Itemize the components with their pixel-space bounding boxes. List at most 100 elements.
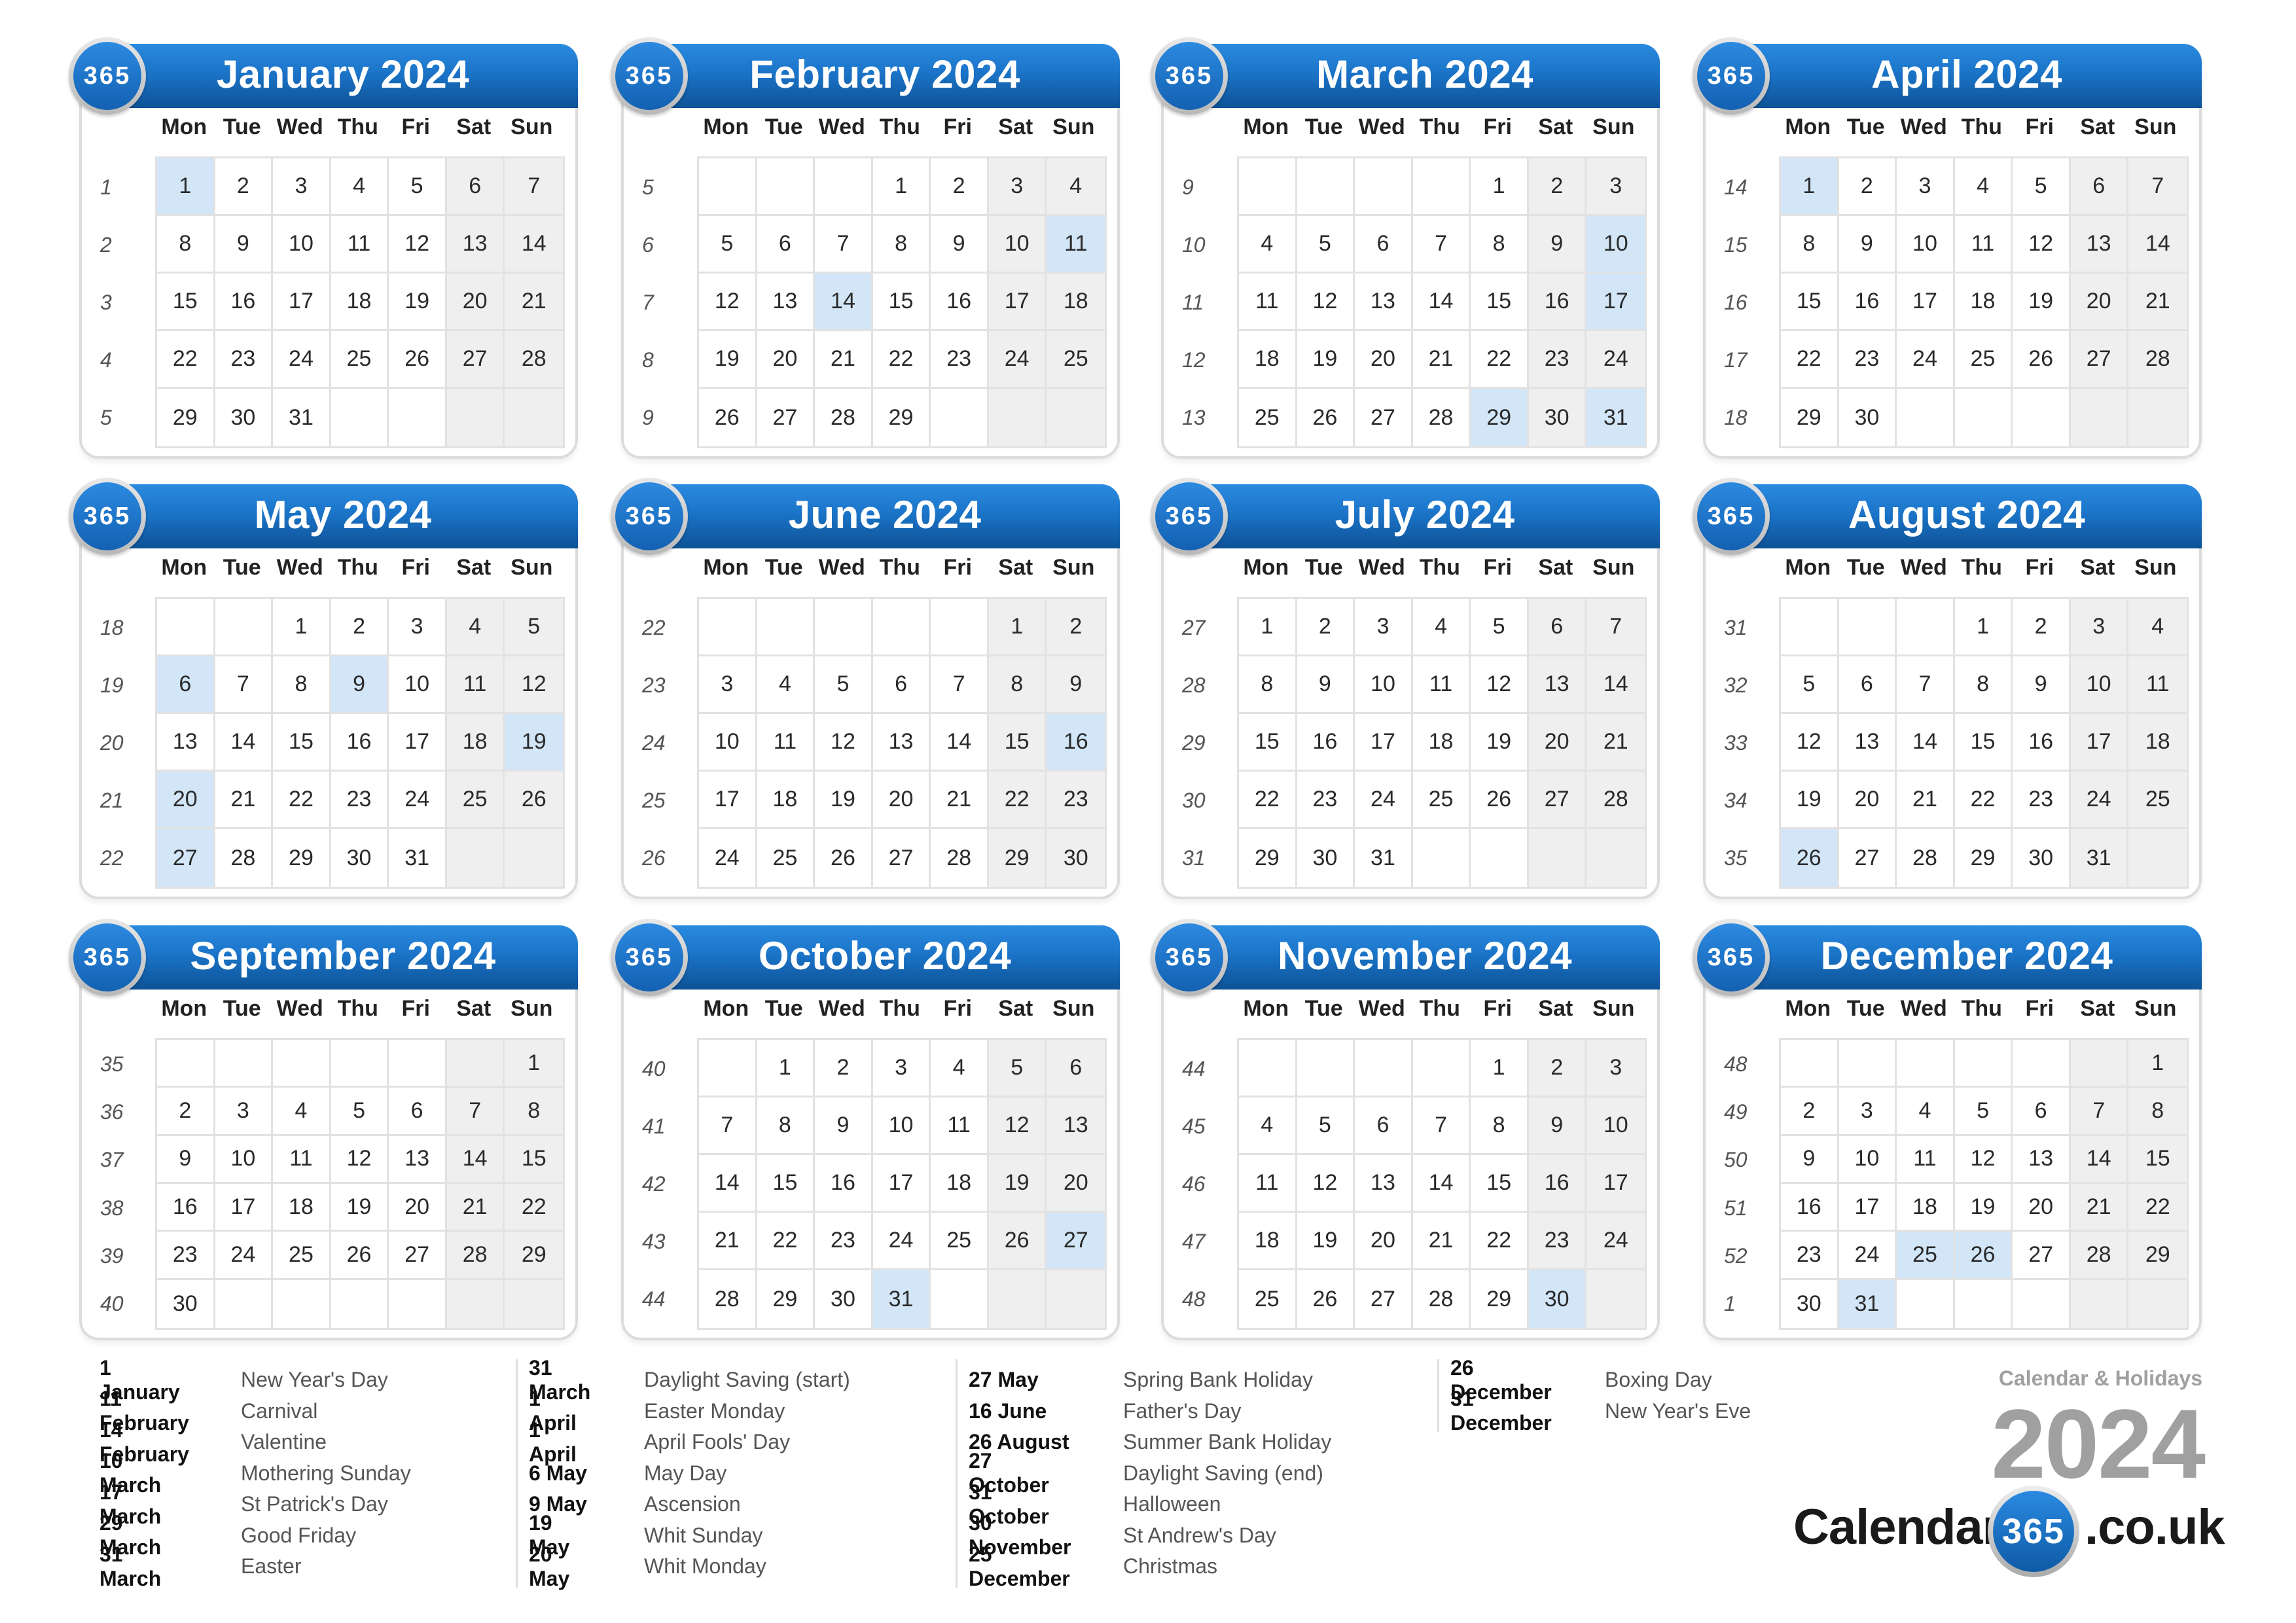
day-cell[interactable]: 12 [505,656,564,714]
day-cell[interactable]: 13 [389,1135,447,1184]
day-cell[interactable]: 26 [389,331,447,389]
day-cell[interactable]: 19 [1471,714,1529,772]
day-cell[interactable]: 15 [757,1155,816,1213]
day-cell[interactable]: 13 [446,216,505,274]
holiday-day-cell[interactable]: 1 [157,158,215,216]
day-cell[interactable]: 4 [1239,1097,1297,1155]
day-cell[interactable]: 8 [273,656,331,714]
day-cell[interactable]: 2 [1297,599,1355,656]
day-cell[interactable]: 28 [931,829,989,887]
day-cell[interactable]: 18 [1954,274,2013,331]
day-cell[interactable]: 19 [988,1155,1047,1213]
day-cell[interactable]: 14 [446,1135,505,1184]
day-cell[interactable]: 3 [1587,158,1645,216]
day-cell[interactable]: 14 [505,216,564,274]
day-cell[interactable]: 6 [2013,1088,2071,1136]
day-cell[interactable]: 25 [757,829,816,887]
day-cell[interactable]: 2 [215,158,274,216]
day-cell[interactable]: 1 [1239,599,1297,656]
day-cell[interactable]: 21 [2128,274,2187,331]
day-cell[interactable]: 1 [988,599,1047,656]
day-cell[interactable]: 21 [1412,331,1471,389]
day-cell[interactable]: 8 [1954,656,2013,714]
day-cell[interactable]: 25 [1412,772,1471,829]
day-cell[interactable]: 9 [2013,656,2071,714]
day-cell[interactable]: 16 [1781,1183,1839,1232]
day-cell[interactable]: 22 [157,331,215,389]
day-cell[interactable]: 30 [1839,389,1897,446]
day-cell[interactable]: 3 [1839,1088,1897,1136]
day-cell[interactable]: 5 [1471,599,1529,656]
day-cell[interactable]: 30 [2013,829,2071,887]
day-cell[interactable]: 18 [1412,714,1471,772]
day-cell[interactable]: 26 [1297,389,1355,446]
day-cell[interactable]: 11 [1412,656,1471,714]
day-cell[interactable]: 12 [988,1097,1047,1155]
day-cell[interactable]: 17 [988,274,1047,331]
day-cell[interactable]: 18 [1239,1213,1297,1270]
day-cell[interactable]: 4 [331,158,389,216]
day-cell[interactable]: 7 [2128,158,2187,216]
day-cell[interactable]: 22 [273,772,331,829]
day-cell[interactable]: 19 [389,274,447,331]
day-cell[interactable]: 12 [389,216,447,274]
day-cell[interactable]: 24 [273,331,331,389]
day-cell[interactable]: 26 [2013,331,2071,389]
day-cell[interactable]: 9 [1528,1097,1587,1155]
holiday-day-cell[interactable]: 31 [1839,1279,1897,1328]
day-cell[interactable]: 6 [1839,656,1897,714]
day-cell[interactable]: 14 [1897,714,1955,772]
day-cell[interactable]: 7 [1412,1097,1471,1155]
day-cell[interactable]: 7 [1587,599,1645,656]
day-cell[interactable]: 12 [331,1135,389,1184]
day-cell[interactable]: 19 [1297,331,1355,389]
day-cell[interactable]: 24 [1355,772,1413,829]
day-cell[interactable]: 3 [1355,599,1413,656]
day-cell[interactable]: 18 [1239,331,1297,389]
day-cell[interactable]: 4 [1239,216,1297,274]
day-cell[interactable]: 3 [389,599,447,656]
day-cell[interactable]: 13 [1839,714,1897,772]
day-cell[interactable]: 22 [1954,772,2013,829]
day-cell[interactable]: 27 [757,389,816,446]
day-cell[interactable]: 17 [389,714,447,772]
day-cell[interactable]: 10 [988,216,1047,274]
day-cell[interactable]: 21 [699,1213,757,1270]
day-cell[interactable]: 13 [2013,1135,2071,1184]
holiday-day-cell[interactable]: 25 [1897,1232,1955,1280]
day-cell[interactable]: 22 [757,1213,816,1270]
day-cell[interactable]: 7 [2070,1088,2129,1136]
day-cell[interactable]: 25 [446,772,505,829]
day-cell[interactable]: 25 [1239,389,1297,446]
holiday-day-cell[interactable]: 16 [1047,714,1105,772]
day-cell[interactable]: 19 [1781,772,1839,829]
day-cell[interactable]: 26 [505,772,564,829]
day-cell[interactable]: 8 [1471,1097,1529,1155]
day-cell[interactable]: 3 [699,656,757,714]
day-cell[interactable]: 7 [815,216,873,274]
day-cell[interactable]: 20 [1355,1213,1413,1270]
day-cell[interactable]: 6 [1528,599,1587,656]
day-cell[interactable]: 10 [699,714,757,772]
day-cell[interactable]: 3 [2070,599,2129,656]
day-cell[interactable]: 12 [1954,1135,2013,1184]
holiday-day-cell[interactable]: 20 [157,772,215,829]
day-cell[interactable]: 16 [215,274,274,331]
day-cell[interactable]: 10 [872,1097,931,1155]
day-cell[interactable]: 1 [872,158,931,216]
day-cell[interactable]: 24 [2070,772,2129,829]
holiday-day-cell[interactable]: 19 [505,714,564,772]
holiday-day-cell[interactable]: 27 [1047,1213,1105,1270]
day-cell[interactable]: 2 [157,1088,215,1136]
day-cell[interactable]: 28 [2128,331,2187,389]
day-cell[interactable]: 19 [331,1183,389,1232]
day-cell[interactable]: 16 [1839,274,1897,331]
day-cell[interactable]: 26 [988,1213,1047,1270]
day-cell[interactable]: 10 [215,1135,274,1184]
day-cell[interactable]: 13 [1355,274,1413,331]
day-cell[interactable]: 11 [1239,274,1297,331]
day-cell[interactable]: 29 [157,389,215,446]
day-cell[interactable]: 12 [1471,656,1529,714]
day-cell[interactable]: 23 [1047,772,1105,829]
day-cell[interactable]: 27 [2013,1232,2071,1280]
